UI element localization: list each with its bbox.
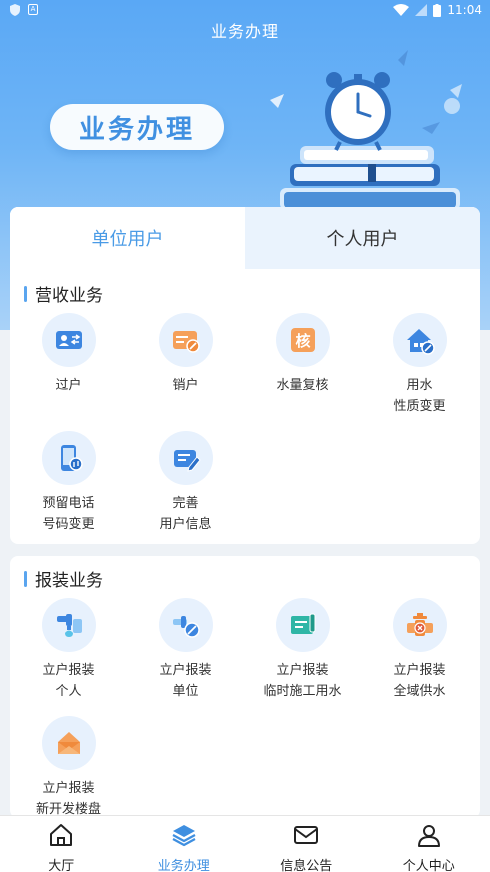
valve-icon (406, 613, 433, 636)
service-label-line2: 号码变更 (42, 517, 95, 532)
service-usage-change[interactable]: 用水 性质变更 (361, 313, 478, 417)
service-label: 完善 (172, 496, 199, 511)
bottom-nav: 大厅 业务办理 信息公告 个人中心 (0, 815, 490, 872)
nav-label: 业务办理 (157, 859, 210, 872)
service-install-new-development[interactable]: 立户报装 新开发楼盘 (10, 716, 127, 820)
service-label: 立户报装 (42, 781, 95, 796)
service-label-line2: 单位 (172, 684, 199, 699)
user-info-icon (173, 450, 201, 472)
document-icon (290, 613, 315, 634)
service-label: 用水 (406, 378, 433, 393)
nav-item-hall[interactable]: 大厅 (0, 816, 123, 872)
shield-status-icon (10, 4, 20, 16)
verify-icon: 核 (290, 328, 315, 352)
nav-item-personal-center[interactable]: 个人中心 (368, 816, 490, 872)
service-phone-change[interactable]: 预留电话 号码变更 (10, 431, 127, 535)
revenue-services-card: 单位用户 个人用户 营收业务 过户 销户 核 水量复核 用水 性质变更 预留电话… (10, 207, 480, 544)
service-water-verify[interactable]: 核 水量复核 (244, 313, 361, 396)
install-services-card: 报装业务 立户报装 个人 立户报装 单位 立户报装 临时施工用水 立户报装 全域… (10, 556, 480, 818)
service-install-personal[interactable]: 立户报装 个人 (10, 598, 127, 702)
service-complete-info[interactable]: 完善 用户信息 (127, 431, 244, 535)
layers-icon (172, 825, 196, 847)
nav-label: 个人中心 (402, 859, 455, 872)
service-label: 水量复核 (276, 378, 329, 393)
verify-glyph: 核 (295, 332, 310, 350)
home-icon (50, 824, 73, 846)
service-cancel-account[interactable]: 销户 (127, 313, 244, 396)
faucet-icon (56, 614, 82, 637)
section-title-text: 营收业务 (35, 286, 103, 306)
service-label-line2: 全域供水 (393, 684, 446, 699)
phone-change-icon (60, 445, 83, 471)
battery-icon (433, 3, 442, 17)
status-bar: A 11:04 (0, 0, 490, 22)
section-title-revenue: 营收业务 (24, 281, 103, 306)
signal-icon (415, 4, 428, 16)
tab-personal-user[interactable]: 个人用户 (245, 207, 480, 269)
status-app-icon: A (28, 4, 38, 15)
nav-item-announcements[interactable]: 信息公告 (245, 816, 368, 872)
wifi-icon (393, 4, 410, 16)
hero-title-text: 业务办理 (78, 114, 195, 145)
section-title-install: 报装业务 (24, 566, 103, 591)
user-icon (417, 825, 440, 847)
transfer-icon (55, 331, 82, 349)
service-label: 立户报装 (42, 663, 95, 678)
nav-label: 信息公告 (280, 859, 333, 872)
service-install-unit[interactable]: 立户报装 单位 (127, 598, 244, 702)
section-title-text: 报装业务 (35, 571, 103, 591)
tab-unit-user[interactable]: 单位用户 (10, 207, 245, 269)
envelope-icon (57, 732, 80, 754)
service-install-temporary[interactable]: 立户报装 临时施工用水 (244, 598, 361, 702)
page-title: 业务办理 (210, 22, 279, 41)
user-type-tabs: 单位用户 个人用户 (10, 207, 480, 269)
service-label: 预留电话 (42, 496, 95, 511)
status-time: 11:04 (447, 3, 482, 17)
alarm-clock-books-illustration (270, 50, 462, 210)
mail-icon (294, 826, 319, 844)
hero-title-pill: 业务办理 (50, 104, 224, 150)
service-label: 立户报装 (159, 663, 212, 678)
service-label: 销户 (172, 378, 199, 393)
section-accent-bar (24, 285, 27, 302)
cancel-account-icon (172, 331, 200, 353)
pipe-cancel-icon (172, 616, 200, 638)
service-label-line2: 个人 (55, 684, 82, 699)
service-transfer[interactable]: 过户 (10, 313, 127, 396)
service-label-line2: 用户信息 (159, 517, 212, 532)
service-label-line2: 性质变更 (393, 399, 446, 414)
nav-item-business[interactable]: 业务办理 (123, 816, 246, 872)
house-change-icon (406, 329, 435, 355)
service-install-regional[interactable]: 立户报装 全域供水 (361, 598, 478, 702)
service-label-line2: 临时施工用水 (263, 684, 342, 699)
service-label: 立户报装 (276, 663, 329, 678)
section-accent-bar (24, 570, 27, 587)
nav-label: 大厅 (48, 859, 75, 872)
service-label: 立户报装 (393, 663, 446, 678)
service-label: 过户 (55, 378, 82, 393)
